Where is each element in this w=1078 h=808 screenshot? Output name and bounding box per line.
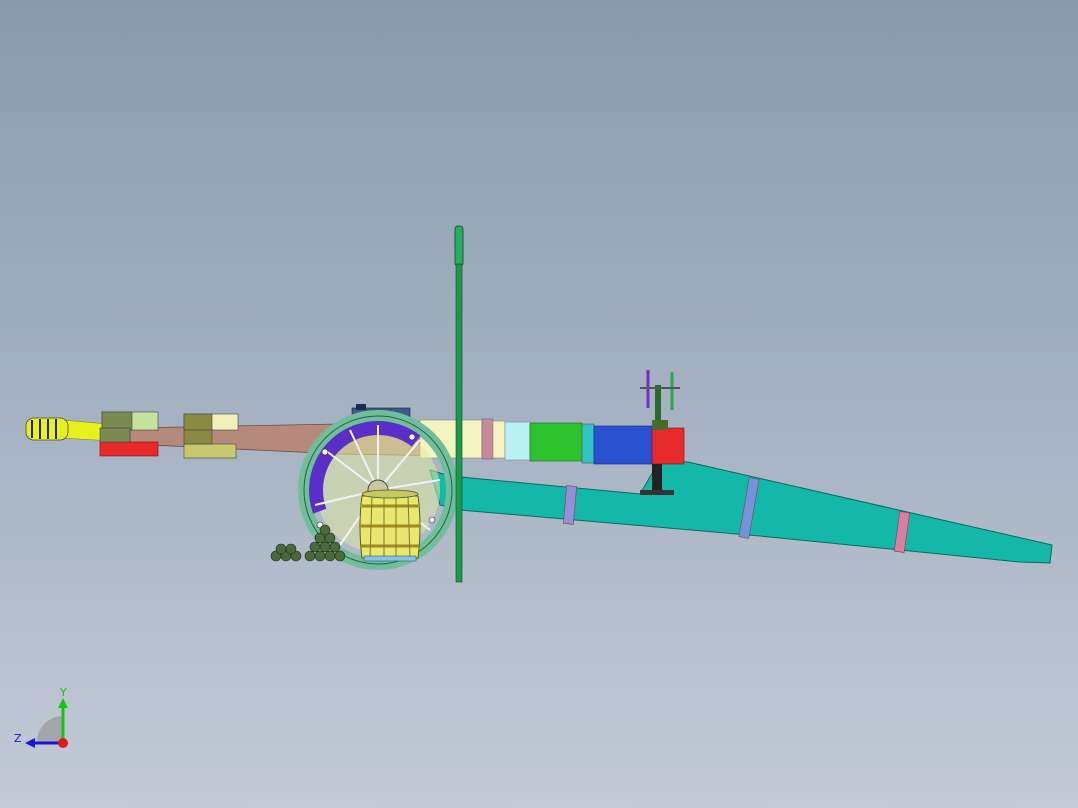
carriage-trail[interactable] [429,459,1053,564]
powder-keg [359,489,421,562]
3d-viewport[interactable]: Y Z [0,0,1078,808]
triad-origin-icon [58,738,68,748]
z-axis-arrow-icon [25,738,35,748]
triad-quadrant [37,716,63,742]
z-axis-label: Z [14,732,22,745]
cannon-model[interactable] [0,0,1078,808]
y-axis-label: Y [59,686,67,699]
muzzle-rings [25,417,69,441]
orientation-triad[interactable]: Y Z [10,684,80,754]
rammer-staff[interactable] [454,225,464,583]
y-axis-arrow-icon [58,698,68,708]
